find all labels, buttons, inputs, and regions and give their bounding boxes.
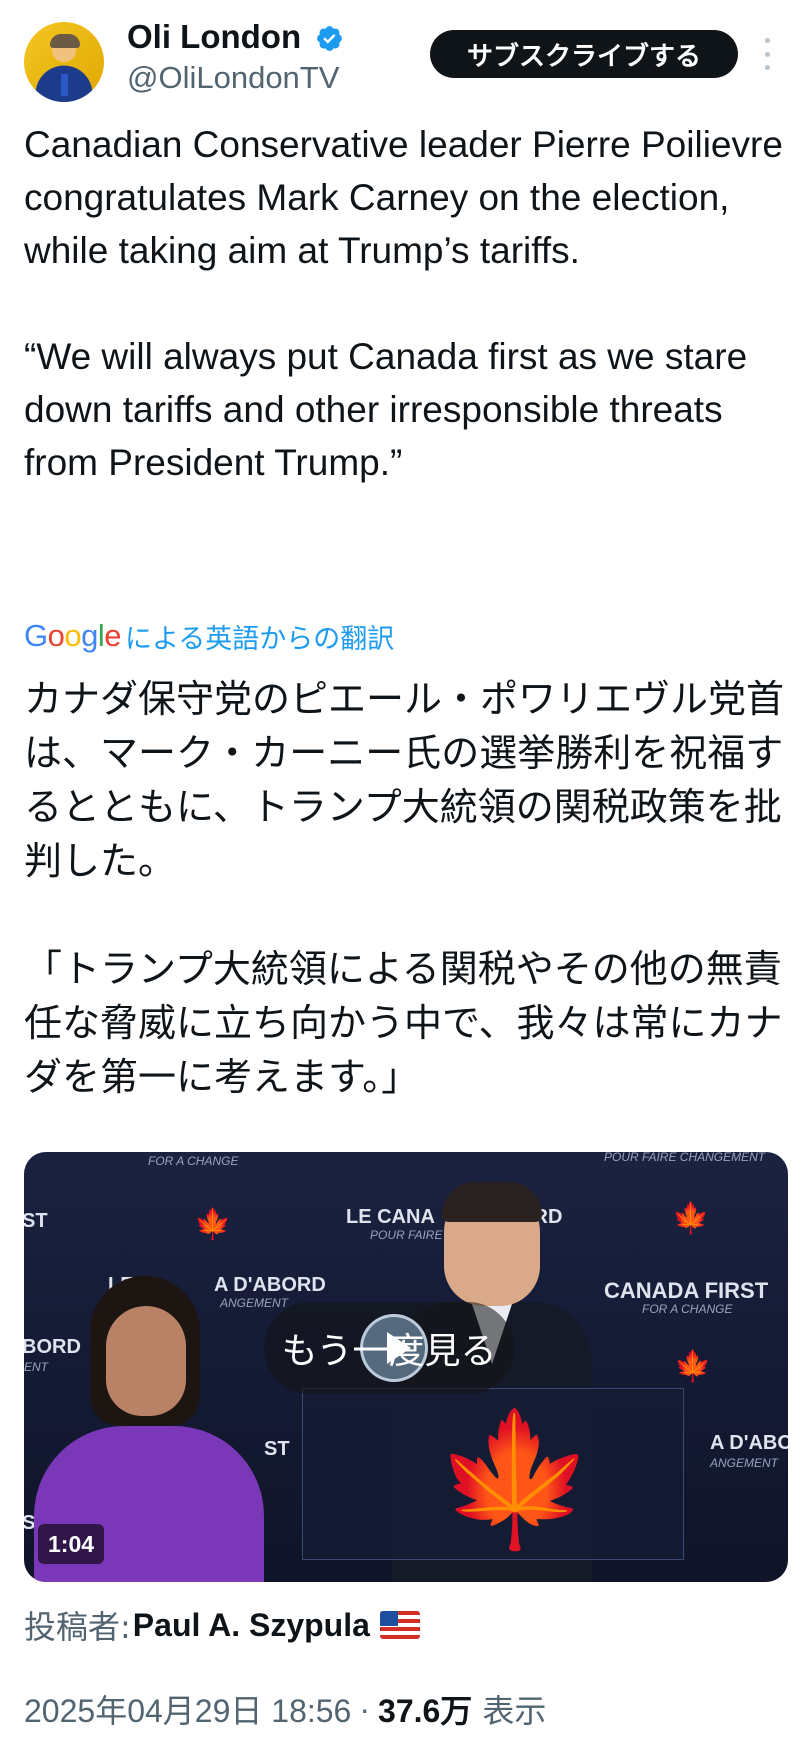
maple-leaf-icon: 🍁 [674,1349,712,1384]
video-player[interactable]: FOR A CHANGE POUR FAIRE CHANGEMENT ST LE… [24,1152,788,1582]
author-handle[interactable]: @OliLondonTV [127,60,339,96]
translation-attribution[interactable]: Google による英語からの翻訳 [24,616,394,656]
posted-by: 投稿者: Paul A. Szypula [24,1602,420,1648]
more-dot [764,65,770,70]
maple-leaf-icon: 🍁 [434,1403,596,1555]
maple-leaf-icon: 🍁 [194,1207,232,1242]
avatar-hair [50,34,80,48]
timestamp[interactable]: 2025年04月29日 18:56 [24,1686,351,1732]
backdrop-text: FOR A CHANGE [642,1302,733,1316]
avatar[interactable] [24,22,104,102]
maple-leaf-icon: 🍁 [672,1201,710,1236]
translated-paragraph: カナダ保守党のピエール・ポワリエヴル党首は、マーク・カーニー氏の選挙勝利を祝福す… [24,677,785,883]
tweet-paragraph: Canadian Conservative leader Pierre Poil… [24,124,794,271]
video-duration: 1:04 [38,1524,105,1564]
google-logo: Google [24,618,122,653]
woman-face [106,1306,186,1416]
tweet-text: Canadian Conservative leader Pierre Poil… [24,118,794,489]
more-dot [764,38,770,43]
avatar-tie [61,74,68,96]
meta-separator: · [359,1690,371,1727]
translation-label[interactable]: による英語からの翻訳 [125,617,394,656]
verified-badge-icon [317,26,342,51]
tweet-meta: 2025年04月29日 18:56 · 37.6万 表示 [24,1686,546,1732]
author-name[interactable]: Oli London [127,18,301,56]
view-count-label: 表示 [482,1692,547,1730]
backdrop-text: ST [264,1438,290,1460]
more-vertical-icon[interactable] [762,38,772,70]
backdrop-text: A D'ABORD [710,1432,788,1454]
replay-label: もう一度見る [281,1331,497,1372]
backdrop-text: FOR A CHANGE [148,1154,239,1168]
backdrop-text: CANADA FIRST [604,1278,769,1303]
backdrop-text: ST [24,1210,48,1232]
speaker-hair [442,1182,542,1222]
backdrop-text: POUR FAIRE CHANGEMENT [604,1152,766,1164]
more-dot [764,51,770,57]
view-count: 37.6万 [378,1693,473,1729]
backdrop-text: ANGEMENT [710,1456,779,1470]
tweet-paragraph: “We will always put Canada first as we s… [24,336,758,483]
tweet-detail: Oli London @OliLondonTV サブスクライブする Canadi… [0,0,810,1748]
replay-button[interactable]: もう一度見る [264,1302,514,1394]
subscribe-button[interactable]: サブスクライブする [430,30,738,78]
translated-paragraph: 「トランプ大統領による関税やその他の無責任な脅威に立ち向かう中で、我々は常にカナ… [24,947,783,1099]
posted-by-label: 投稿者: [24,1608,131,1646]
tweet-header: Oli London @OliLondonTV サブスクライブする [0,0,810,110]
posted-by-name[interactable]: Paul A. Szypula [133,1607,370,1644]
us-flag-icon [379,1611,420,1639]
translated-text: カナダ保守党のピエール・ポワリエヴル党首は、マーク・カーニー氏の選挙勝利を祝福す… [24,672,794,1104]
